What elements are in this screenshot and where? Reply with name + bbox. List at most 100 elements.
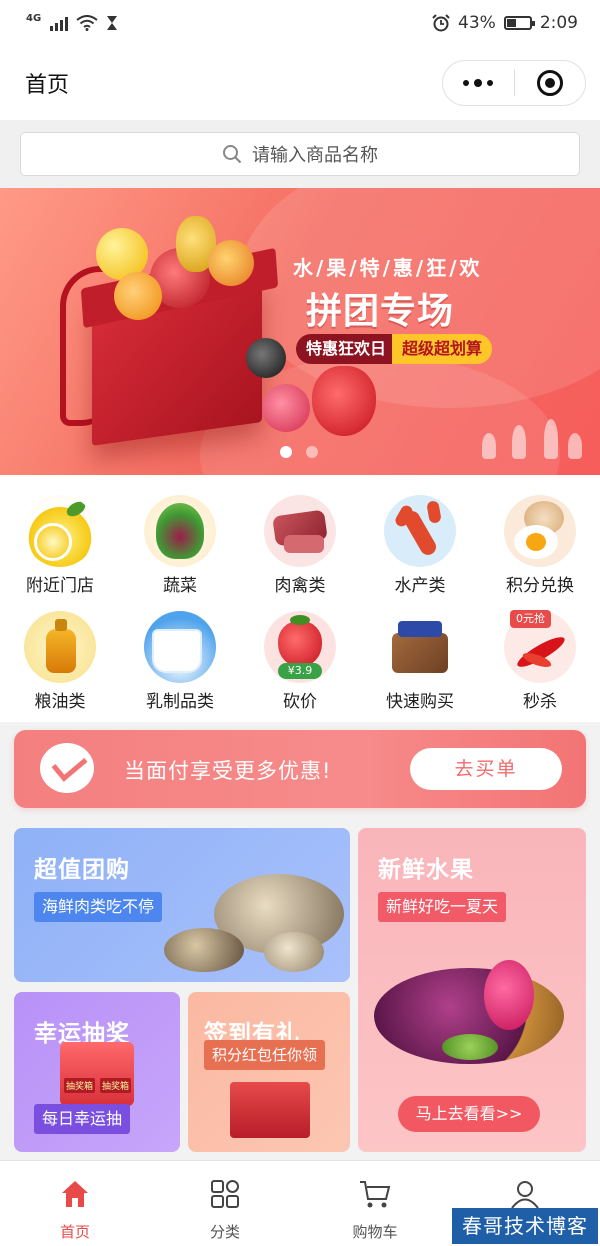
- vegetable-icon: [144, 495, 216, 567]
- category-label: 砍价: [283, 692, 317, 712]
- group-buy-tag: 海鲜肉类吃不停: [34, 892, 163, 922]
- category-meat-poultry[interactable]: 肉禽类: [240, 495, 360, 611]
- pay-banner-text: 当面付享受更多优惠!: [124, 759, 332, 783]
- category-row-1: 附近门店 蔬菜 肉禽类 水产类 积分兑换: [0, 495, 600, 611]
- face-pay-banner[interactable]: 当面付享受更多优惠! 去买单: [14, 730, 586, 808]
- tab-label: 分类: [209, 1223, 240, 1241]
- alarm-icon: [432, 14, 450, 32]
- group-buy-title: 超值团购: [34, 857, 130, 883]
- hourglass-icon: [107, 16, 118, 30]
- go-pay-button[interactable]: 去买单: [410, 748, 562, 790]
- category-label: 积分兑换: [506, 576, 574, 596]
- banner-tree: [482, 433, 496, 459]
- banner-tag-right: 超级超划算: [392, 334, 493, 364]
- home-icon: [62, 1181, 88, 1207]
- app-screen: 4G 43% 2:09 首页 请输入商品名称 水/果/特/惠/狂/欢 拼团专场 …: [0, 0, 600, 1246]
- banner-tree: [568, 433, 582, 459]
- fresh-fruit-tag: 新鲜好吃一夏天: [378, 892, 507, 922]
- category-label: 秒杀: [523, 692, 557, 712]
- battery-percent: 43%: [458, 13, 496, 33]
- more-button[interactable]: [443, 61, 514, 105]
- category-dairy[interactable]: 乳制品类: [120, 611, 240, 727]
- category-row-2: 粮油类 乳制品类 ¥3.9 砍价 快速购买 0元抢 秒杀: [0, 610, 600, 727]
- pay-check-icon: [40, 743, 94, 793]
- strawberry-icon: ¥3.9: [264, 611, 336, 683]
- category-label: 粮油类: [34, 692, 86, 712]
- tab-cart[interactable]: 购物车: [300, 1161, 450, 1246]
- grid-icon: [211, 1180, 239, 1208]
- network-type: 4G: [26, 12, 42, 24]
- grapes-fruit: [246, 338, 286, 378]
- lucky-draw-card[interactable]: 幸运抽奖 抽奖箱 抽奖箱 每日幸运抽: [14, 992, 180, 1152]
- mini-program-capsule: [442, 60, 586, 106]
- carousel-dot-active[interactable]: [280, 446, 292, 458]
- wifi-icon: [76, 15, 98, 31]
- peach-fruit: [208, 240, 254, 286]
- category-grid: 附近门店 蔬菜 肉禽类 水产类 积分兑换 粮油类 乳制品类 ¥3.9 砍价 快速…: [0, 475, 600, 722]
- crayfish-icon: [384, 495, 456, 567]
- search-area: 请输入商品名称: [0, 120, 600, 188]
- more-dots-icon: [463, 79, 494, 87]
- oil-bottle-icon: [24, 611, 96, 683]
- category-aquatic[interactable]: 水产类: [360, 495, 480, 611]
- tab-home[interactable]: 首页: [0, 1161, 150, 1246]
- category-points-exchange[interactable]: 积分兑换: [480, 495, 600, 611]
- nav-bar: 首页: [0, 46, 600, 120]
- lottery-box-label: 抽奖箱: [64, 1078, 96, 1093]
- tab-label: 首页: [59, 1223, 90, 1241]
- category-label: 蔬菜: [163, 576, 197, 596]
- shell-image: [264, 932, 324, 972]
- category-bargain[interactable]: ¥3.9 砍价: [240, 611, 360, 727]
- group-buy-card[interactable]: 超值团购 海鲜肉类吃不停: [14, 828, 350, 982]
- promo-banner[interactable]: 水/果/特/惠/狂/欢 拼团专场 特惠狂欢日 超级超划算: [0, 188, 600, 475]
- lottery-box-label: 抽奖箱: [100, 1078, 132, 1093]
- status-bar: 4G 43% 2:09: [0, 0, 600, 46]
- category-flash-sale[interactable]: 0元抢 秒杀: [480, 610, 600, 727]
- lemon-icon: [24, 495, 96, 567]
- go-see-button[interactable]: 马上去看看>>: [398, 1096, 540, 1132]
- category-label: 快速购买: [386, 692, 454, 712]
- category-quick-buy[interactable]: 快速购买: [360, 611, 480, 727]
- chili-icon: 0元抢: [504, 610, 576, 683]
- fresh-fruit-title: 新鲜水果: [378, 857, 474, 883]
- cookie-box-icon: [384, 611, 456, 683]
- target-icon: [536, 70, 563, 96]
- egg-icon: [504, 495, 576, 567]
- battery-fill: [506, 19, 517, 27]
- check-in-card[interactable]: 签到有礼 积分红包任你领: [188, 992, 350, 1152]
- battery-icon: [503, 16, 535, 30]
- category-label: 水产类: [394, 576, 446, 596]
- lucky-draw-tag: 每日幸运抽: [34, 1104, 131, 1134]
- category-grain-oil[interactable]: 粮油类: [0, 611, 120, 727]
- carousel-dot[interactable]: [306, 446, 318, 458]
- category-label: 肉禽类: [274, 576, 326, 596]
- search-input[interactable]: 请输入商品名称: [20, 132, 580, 176]
- raspberry-fruit: [262, 384, 310, 432]
- category-label: 附近门店: [26, 576, 94, 596]
- cart-icon: [360, 1181, 391, 1208]
- promo-grid: 超值团购 海鲜肉类吃不停 新鲜水果 新鲜好吃一夏天 马上去看看>> 幸运抽奖 抽…: [14, 828, 586, 1155]
- fresh-fruit-card[interactable]: 新鲜水果 新鲜好吃一夏天 马上去看看>>: [358, 828, 586, 1152]
- milk-icon: [144, 611, 216, 683]
- category-vegetables[interactable]: 蔬菜: [120, 495, 240, 611]
- clam-image: [164, 928, 244, 972]
- category-nearby-stores[interactable]: 附近门店: [0, 495, 120, 611]
- signal-icon: [50, 15, 69, 31]
- blog-watermark: 春哥技术博客: [452, 1208, 598, 1244]
- free-grab-badge: 0元抢: [510, 610, 551, 628]
- tab-label: 购物车: [352, 1223, 398, 1241]
- starfruit-image: [442, 1034, 498, 1060]
- orange-fruit: [114, 272, 162, 320]
- status-left: 4G: [26, 12, 118, 31]
- banner-title: 拼团专场: [306, 291, 455, 332]
- category-label: 乳制品类: [146, 692, 214, 712]
- page-title: 首页: [25, 73, 70, 98]
- tab-category[interactable]: 分类: [150, 1161, 300, 1246]
- close-mini-program-button[interactable]: [515, 61, 586, 105]
- banner-tree: [544, 419, 558, 459]
- banner-subtitle: 水/果/特/惠/狂/欢: [293, 256, 483, 280]
- banner-tree: [512, 425, 526, 459]
- banner-tag-left: 特惠狂欢日: [296, 334, 397, 364]
- search-icon: [223, 145, 242, 164]
- search-placeholder: 请输入商品名称: [252, 145, 378, 166]
